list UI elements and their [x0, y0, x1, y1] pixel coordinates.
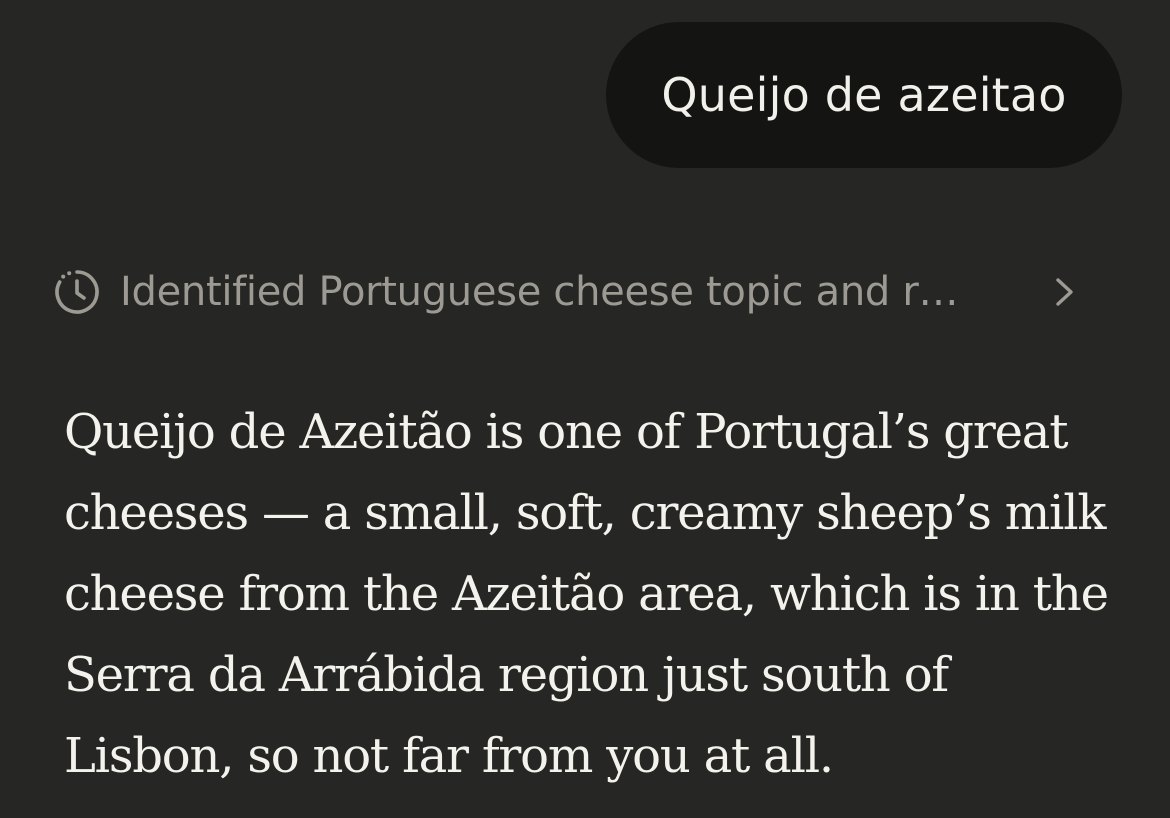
assistant-message: Queijo de Azeitão is one of Portugal’s g…	[64, 404, 1109, 784]
user-message-text: Queijo de azeitao	[661, 68, 1067, 122]
thinking-summary-toggle[interactable]: Identified Portuguese cheese topic and r…	[52, 264, 1092, 320]
chevron-right-icon	[1056, 278, 1073, 306]
thinking-summary-text: Identified Portuguese cheese topic and r…	[120, 269, 959, 315]
user-message-bubble: Queijo de azeitao	[606, 22, 1122, 168]
clock-icon	[55, 270, 99, 314]
